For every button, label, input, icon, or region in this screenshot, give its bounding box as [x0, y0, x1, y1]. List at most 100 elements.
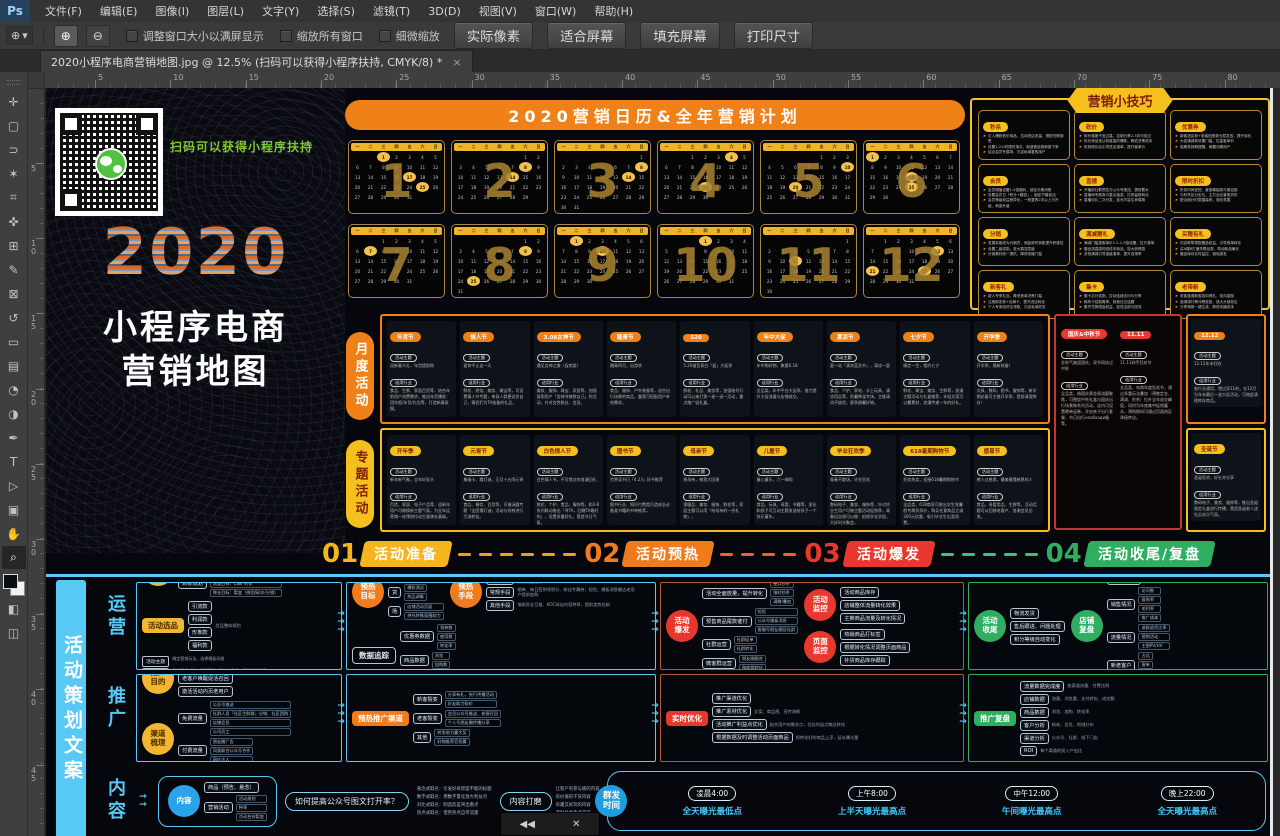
zoom-in-button[interactable]: ⊕ — [54, 25, 78, 47]
sub-item: 整点秒杀 — [770, 582, 794, 588]
checkbox-box[interactable] — [379, 30, 391, 42]
menu-item[interactable]: 视图(V) — [470, 0, 526, 22]
menu-item[interactable]: 窗口(W) — [526, 0, 585, 22]
option-checkbox[interactable]: 缩放所有窗口 — [280, 28, 363, 44]
tool-eyedropper[interactable]: ✜ — [2, 210, 26, 233]
branch-box: 推广渠道优化 — [712, 693, 751, 704]
menu-item[interactable]: 文件(F) — [36, 0, 91, 22]
tool-quick-mask[interactable]: ◧ — [2, 597, 26, 620]
tool-shape[interactable]: ▣ — [2, 498, 26, 521]
weekday-label: 四 — [802, 143, 815, 151]
weekday-label: 六 — [931, 143, 944, 151]
tool-gradient[interactable]: ▤ — [2, 354, 26, 377]
branch-box: 商品数据 — [1020, 707, 1049, 718]
day-cell: 30 — [712, 276, 725, 286]
tip-card: 买赠有礼➤内容种草搭配赠品权益，引导首单转化➤买A赠B打通关联品类，带动新品曝光… — [1170, 217, 1262, 266]
day-cell: 17 — [776, 266, 789, 276]
palette-grip[interactable] — [7, 80, 21, 85]
qr-eye — [136, 113, 158, 135]
tool-blur[interactable]: ◔ — [2, 378, 26, 401]
dash-icon — [762, 553, 775, 556]
day-cell: 27 — [351, 276, 364, 286]
weekday-label: 三 — [686, 227, 699, 235]
zoom-tool-icon: ⊕ — [11, 29, 20, 42]
branch-box: 渠道分析 — [1020, 733, 1049, 744]
options-button[interactable]: 打印尺寸 — [734, 22, 813, 49]
menu-item[interactable]: 帮助(H) — [585, 0, 642, 22]
weekday-label: 二 — [467, 227, 480, 235]
day-cell: 16 — [892, 256, 905, 266]
floating-panel[interactable]: ◀◀ ✕ — [500, 812, 600, 836]
tool-clone-stamp[interactable]: ⊠ — [2, 282, 26, 305]
document-canvas[interactable]: 扫码可以获得小程序扶持 2020 小程序电商 营销地图 2020营销日历&全年营… — [44, 88, 1280, 836]
day-cell: 28 — [673, 192, 686, 202]
checkbox-box[interactable] — [126, 30, 138, 42]
branch-note: 把转化好的商品上浮，延长曝光量 — [796, 735, 859, 740]
tool-dodge[interactable]: ◑ — [2, 402, 26, 425]
tool-history-brush[interactable]: ↺ — [2, 306, 26, 329]
document-tab[interactable]: 2020小程序电商营销地图.jpg @ 12.5% (扫码可以获得小程序扶持, … — [40, 50, 473, 73]
tool-hand[interactable]: ✋ — [2, 522, 26, 545]
sub-item: 客服号朋友圈及社群 — [755, 626, 799, 634]
tab-close-icon[interactable]: × — [452, 56, 461, 69]
tool-type[interactable]: T — [2, 450, 26, 473]
menu-item[interactable]: 选择(S) — [308, 0, 364, 22]
menu-item[interactable]: 3D(D) — [419, 0, 470, 22]
tool-move[interactable]: ✛ — [2, 90, 26, 113]
options-button[interactable]: 填充屏幕 — [640, 22, 719, 49]
day-cell: 20 — [931, 172, 944, 182]
menu-item[interactable]: 编辑(E) — [91, 0, 147, 22]
tool-healing-brush[interactable]: ⊞ — [2, 234, 26, 257]
tool-magic-wand[interactable]: ✶ — [2, 162, 26, 185]
weekday-label: 一 — [866, 227, 879, 235]
day-cell: 22 — [686, 182, 699, 192]
day-cell: 7 — [802, 162, 815, 172]
day-cell: 15 — [635, 172, 648, 182]
zoom-out-button[interactable]: ⊖ — [86, 25, 110, 47]
tool-pen[interactable]: ✒ — [2, 426, 26, 449]
options-button[interactable]: 适合屏幕 — [547, 22, 626, 49]
tool-zoom[interactable]: ⌕ — [2, 546, 26, 569]
foreground-color[interactable] — [3, 574, 18, 589]
menu-item[interactable]: 图像(I) — [146, 0, 198, 22]
branch-box: 老客户唤醒促活召回 — [178, 674, 233, 684]
bullet-text: 临期券到期提醒，唤醒沉睡用户 — [1180, 145, 1230, 150]
industry-tag: 适用行业 — [610, 379, 637, 387]
panel-icon[interactable]: ◀◀ — [520, 819, 535, 830]
menu-item[interactable]: 滤镜(T) — [364, 0, 419, 22]
checkbox-box[interactable] — [280, 30, 292, 42]
tool-path-select[interactable]: ▷ — [2, 474, 26, 497]
zoom-tool-preset[interactable]: ⊕▾ — [6, 26, 33, 45]
options-button[interactable]: 实际像素 — [454, 22, 533, 49]
bullet-text: 结合会员专属场，沉淀私域复购用户 — [988, 150, 1046, 155]
tool-screen-mode[interactable]: ◫ — [2, 621, 26, 644]
weekday-label: 一 — [454, 227, 467, 235]
option-checkbox[interactable]: 调整窗口大小以满屏显示 — [126, 28, 264, 44]
color-swatches[interactable] — [3, 574, 25, 596]
festival-title: 618暑期购物节 — [903, 446, 956, 456]
naming-tips: 悬念式取名：引发好奇欲罢不能的标题数字式取名：用数字量化放大利益点对比式取名：制… — [417, 786, 492, 816]
slot-time: 晚上22:00 — [1161, 786, 1214, 801]
ruler-number: 40 — [29, 691, 38, 707]
option-checkbox[interactable]: 细微缩放 — [379, 28, 440, 44]
qr-caption: 扫码可以获得小程序扶持 — [170, 138, 313, 155]
weekday-label: 二 — [467, 143, 480, 151]
tool-lasso[interactable]: ⊃ — [2, 138, 26, 161]
calendar-weekday-header: 一二三四五六日 — [660, 227, 751, 235]
sub-item: 公众号模板消息 — [755, 617, 799, 625]
day-cell: 11 — [416, 162, 429, 172]
day-cell: 14 — [802, 172, 815, 182]
tool-crop[interactable]: ⌗ — [2, 186, 26, 209]
tool-marquee[interactable]: ▢ — [2, 114, 26, 137]
menu-item[interactable]: 图层(L) — [198, 0, 253, 22]
day-cell: 27 — [673, 276, 686, 286]
tool-brush[interactable]: ✎ — [2, 258, 26, 281]
weekday-label: 三 — [789, 143, 802, 151]
industry-tag: 适用行业 — [537, 379, 564, 387]
day-cell: 14 — [866, 256, 879, 266]
tool-eraser[interactable]: ▭ — [2, 330, 26, 353]
menu-item[interactable]: 文字(Y) — [253, 0, 308, 22]
panel-icon[interactable]: ✕ — [572, 819, 580, 830]
sub-item: 浏览 — [432, 652, 451, 660]
tip-label: 集卡 — [1079, 282, 1104, 292]
